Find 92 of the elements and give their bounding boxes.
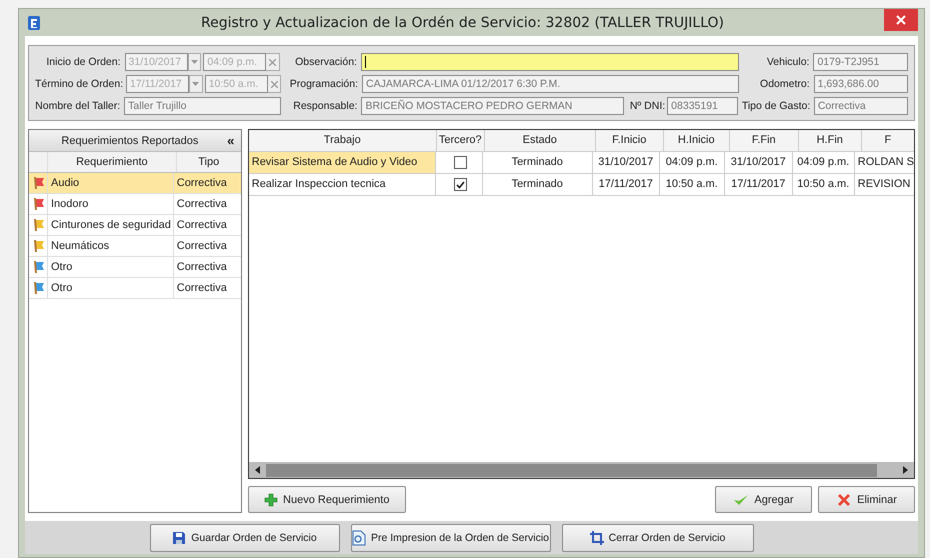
requirement-row[interactable]: Audio Correctiva — [29, 173, 241, 194]
table-cell-text: Correctiva — [176, 281, 228, 296]
requirement-row[interactable]: Otro Correctiva — [29, 278, 241, 300]
column-header[interactable]: F — [862, 130, 914, 152]
dni-field[interactable]: 08335191 — [667, 97, 738, 116]
requirement-row[interactable]: Cinturones de seguridad Correctiva — [29, 215, 241, 236]
clear-icon — [270, 80, 278, 88]
requirement-row[interactable]: Inodoro Correctiva — [29, 194, 241, 216]
column-header[interactable]: H.Inicio — [664, 130, 730, 152]
field-label: Inicio de Orden: — [45, 56, 121, 68]
clear-icon — [269, 58, 276, 66]
save-button[interactable]: Guardar Orden de Servicio — [150, 524, 340, 552]
table-cell: Realizar Inspeccion tecnica — [248, 174, 436, 196]
column-header[interactable]: Estado — [484, 130, 596, 152]
table-cell: 10:50 a.m. — [660, 174, 725, 196]
table-cell: Neumáticos — [48, 236, 174, 256]
panel-title: Requerimientos Reportados — [60, 134, 200, 147]
field-label: Nombre del Taller: — [35, 100, 120, 112]
scroll-left-icon[interactable] — [254, 466, 260, 474]
table-cell: 17/11/2017 — [592, 174, 660, 196]
dropdown-button[interactable] — [188, 75, 203, 94]
table-cell: 10:50 a.m. — [792, 174, 855, 196]
caret-icon — [192, 82, 200, 86]
field-label: Responsable: — [292, 100, 358, 112]
table-cell: Inodoro — [48, 194, 174, 214]
clear-button[interactable] — [268, 75, 282, 94]
table-cell-text: REVISION — [856, 177, 912, 192]
field-label: Odometro: — [759, 78, 810, 90]
table-cell: Revisar Sistema de Audio y Video — [248, 152, 436, 174]
close-button[interactable] — [884, 8, 918, 31]
field-label: Programación: — [288, 78, 358, 90]
table-cell-text: ROLDAN S — [856, 155, 914, 170]
column-header[interactable]: Tercero? — [436, 130, 485, 152]
table-cell: 17/11/2017 — [724, 174, 793, 196]
vehicle-field[interactable]: 0179-T2J951 — [813, 53, 908, 72]
clear-button[interactable] — [266, 53, 280, 72]
add-button[interactable]: Agregar — [715, 486, 812, 514]
checkbox[interactable] — [454, 178, 467, 192]
table-cell-text: Correctiva — [176, 176, 228, 192]
close-icon — [896, 14, 906, 25]
document-icon — [352, 530, 366, 546]
table-cell: Terminado — [482, 152, 593, 174]
job-row[interactable]: Realizar Inspeccion tecnica Terminado 17/11/2017 10:50 a.m. 17/11/2017 10:50 a.m. REVISION — [248, 174, 914, 196]
checkbox[interactable] — [454, 156, 467, 170]
table-cell: 31/10/2017 — [592, 152, 660, 174]
observation-field[interactable] — [360, 53, 739, 72]
column-header[interactable]: F.Fin — [730, 130, 799, 152]
table-cell-text: Correctiva — [176, 239, 228, 254]
new-requirement-button[interactable]: Nuevo Requerimiento — [248, 486, 406, 514]
column-header[interactable]: H.Fin — [798, 130, 862, 152]
delete-button[interactable]: Eliminar — [818, 486, 915, 514]
requirement-row[interactable]: Neumáticos Correctiva — [29, 236, 241, 258]
responsible-field[interactable]: BRICEÑO MOSTACERO PEDRO GERMAN — [361, 97, 624, 116]
print-preview-button[interactable]: Pre Impresion de la Orden de Servicio — [350, 524, 550, 552]
table-cell: Otro — [48, 278, 174, 298]
table-cell: 04:09 p.m. — [660, 152, 725, 174]
check-icon — [733, 494, 750, 506]
table-cell-text: Correctiva — [176, 197, 228, 212]
odometer-field[interactable]: 1,693,686.00 — [814, 75, 908, 94]
column-header[interactable]: F.Inicio — [596, 130, 664, 152]
dropdown-button[interactable] — [188, 53, 202, 72]
column-header[interactable]: Trabajo — [248, 130, 437, 152]
table-cell: Cinturones de seguridad — [48, 215, 174, 236]
table-cell: 31/10/2017 — [724, 152, 793, 174]
table-cell: Otro — [48, 257, 174, 278]
collapse-button[interactable]: « — [220, 133, 241, 148]
column-header[interactable]: Requerimiento — [48, 152, 177, 172]
workshop-field[interactable]: Taller Trujillo — [124, 97, 281, 116]
window-title: Registro y Actualizacion de la Ordén de Servicio: 32802 (TALLER TRUJILLO) — [200, 14, 726, 31]
plus-icon — [264, 492, 278, 507]
column-header[interactable]: Tipo — [176, 152, 241, 172]
horizontal-scrollbar[interactable] — [248, 462, 914, 478]
table-cell: 04:09 p.m. — [792, 152, 855, 174]
field-label: Vehiculo: — [766, 56, 810, 68]
field-label: Nº DNI: — [628, 100, 666, 112]
app-icon — [27, 14, 41, 31]
table-cell-text: Correctiva — [176, 260, 228, 276]
field-label: Tipo de Gasto: — [742, 100, 810, 112]
requirement-row[interactable]: Otro Correctiva — [29, 257, 241, 278]
schedule-field[interactable]: CAJAMARCA-LIMA 01/12/2017 6:30 P.M. — [362, 75, 739, 94]
close-order-button[interactable]: Cerrar Orden de Servicio — [562, 524, 754, 552]
field-label: Término de Orden: — [35, 78, 122, 90]
crop-icon — [590, 530, 604, 545]
job-row[interactable]: Revisar Sistema de Audio y Video Terminado 31/10/2017 04:09 p.m. 31/10/2017 04:09 p.m. ROLDAN S — [248, 152, 914, 174]
x-icon — [836, 492, 852, 508]
table-cell: Terminado — [482, 174, 593, 196]
field-label: Observación: — [294, 56, 357, 68]
expense-type-field[interactable]: Correctiva — [814, 97, 908, 116]
table-cell-text: Correctiva — [176, 218, 228, 234]
table-cell: Audio — [48, 173, 174, 194]
scroll-right-icon[interactable] — [903, 466, 908, 474]
caret-icon — [190, 60, 198, 64]
